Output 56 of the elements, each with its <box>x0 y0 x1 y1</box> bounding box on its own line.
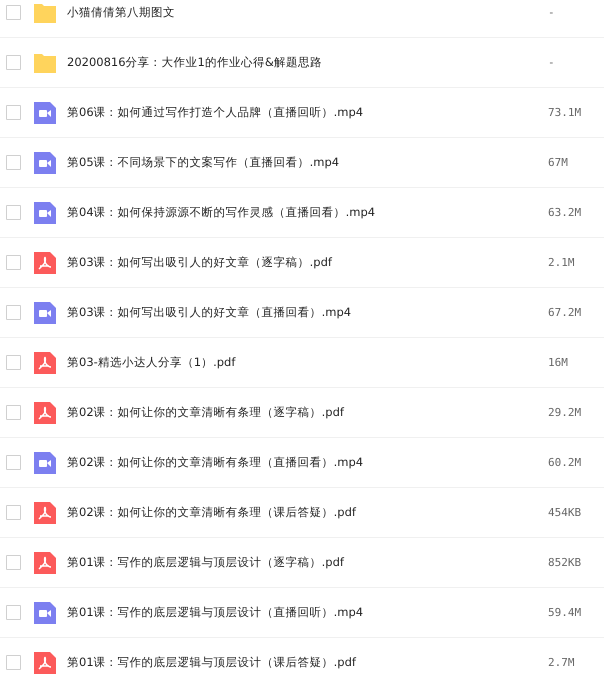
checkbox[interactable] <box>6 155 21 170</box>
checkbox[interactable] <box>6 605 21 620</box>
video-camera-icon <box>34 102 56 124</box>
file-name[interactable]: 第04课：如何保持源源不断的写作灵感（直播回看）.mp4 <box>67 205 548 220</box>
file-name[interactable]: 第02课：如何让你的文章清晰有条理（课后答疑）.pdf <box>67 505 548 520</box>
file-size: 852KB <box>548 556 582 569</box>
video-camera-icon <box>34 302 56 324</box>
file-name[interactable]: 第03课：如何写出吸引人的好文章（直播回看）.mp4 <box>67 305 548 320</box>
checkbox[interactable] <box>6 5 21 20</box>
file-name[interactable]: 第01课：写作的底层逻辑与顶层设计（课后答疑）.pdf <box>67 655 548 670</box>
checkbox[interactable] <box>6 55 21 70</box>
checkbox[interactable] <box>6 305 21 320</box>
file-size: 73.1M <box>548 106 582 119</box>
folder-icon <box>34 2 56 24</box>
checkbox[interactable] <box>6 355 21 370</box>
file-name[interactable]: 20200816分享：大作业1的作业心得&解题思路 <box>67 55 548 70</box>
file-name[interactable]: 第03课：如何写出吸引人的好文章（逐字稿）.pdf <box>67 255 548 270</box>
file-size: 63.2M <box>548 206 582 219</box>
file-size: 67.2M <box>548 306 582 319</box>
video-camera-icon <box>34 602 56 624</box>
file-name[interactable]: 第06课：如何通过写作打造个人品牌（直播回听）.mp4 <box>67 105 548 120</box>
pdf-icon <box>34 652 56 674</box>
file-size: 29.2M <box>548 406 582 419</box>
file-name[interactable]: 第01课：写作的底层逻辑与顶层设计（直播回听）.mp4 <box>67 605 548 620</box>
checkbox[interactable] <box>6 255 21 270</box>
checkbox[interactable] <box>6 205 21 220</box>
video-camera-icon <box>34 452 56 474</box>
file-name[interactable]: 小猫倩倩第八期图文 <box>67 5 548 20</box>
file-size: - <box>548 6 556 19</box>
file-name[interactable]: 第01课：写作的底层逻辑与顶层设计（逐字稿）.pdf <box>67 555 548 570</box>
pdf-icon <box>34 252 56 274</box>
file-size: - <box>548 56 556 69</box>
checkbox[interactable] <box>6 655 21 670</box>
file-size: 16M <box>548 356 569 369</box>
file-name[interactable]: 第02课：如何让你的文章清晰有条理（逐字稿）.pdf <box>67 405 548 420</box>
pdf-icon <box>34 352 56 374</box>
pdf-icon <box>34 402 56 424</box>
file-size: 2.1M <box>548 256 576 269</box>
checkbox[interactable] <box>6 555 21 570</box>
pdf-icon <box>34 502 56 524</box>
file-size: 67M <box>548 156 569 169</box>
file-size: 59.4M <box>548 606 582 619</box>
file-size: 2.7M <box>548 656 576 669</box>
checkbox[interactable] <box>6 455 21 470</box>
pdf-icon <box>34 552 56 574</box>
checkbox[interactable] <box>6 105 21 120</box>
file-name[interactable]: 第03-精选小达人分享（1）.pdf <box>67 355 548 370</box>
folder-icon <box>34 52 56 74</box>
video-camera-icon <box>34 152 56 174</box>
checkbox[interactable] <box>6 505 21 520</box>
file-name[interactable]: 第05课：不同场景下的文案写作（直播回看）.mp4 <box>67 155 548 170</box>
checkbox[interactable] <box>6 405 21 420</box>
file-name[interactable]: 第02课：如何让你的文章清晰有条理（直播回看）.mp4 <box>67 455 548 470</box>
video-camera-icon <box>34 202 56 224</box>
file-size: 454KB <box>548 506 582 519</box>
file-size: 60.2M <box>548 456 582 469</box>
